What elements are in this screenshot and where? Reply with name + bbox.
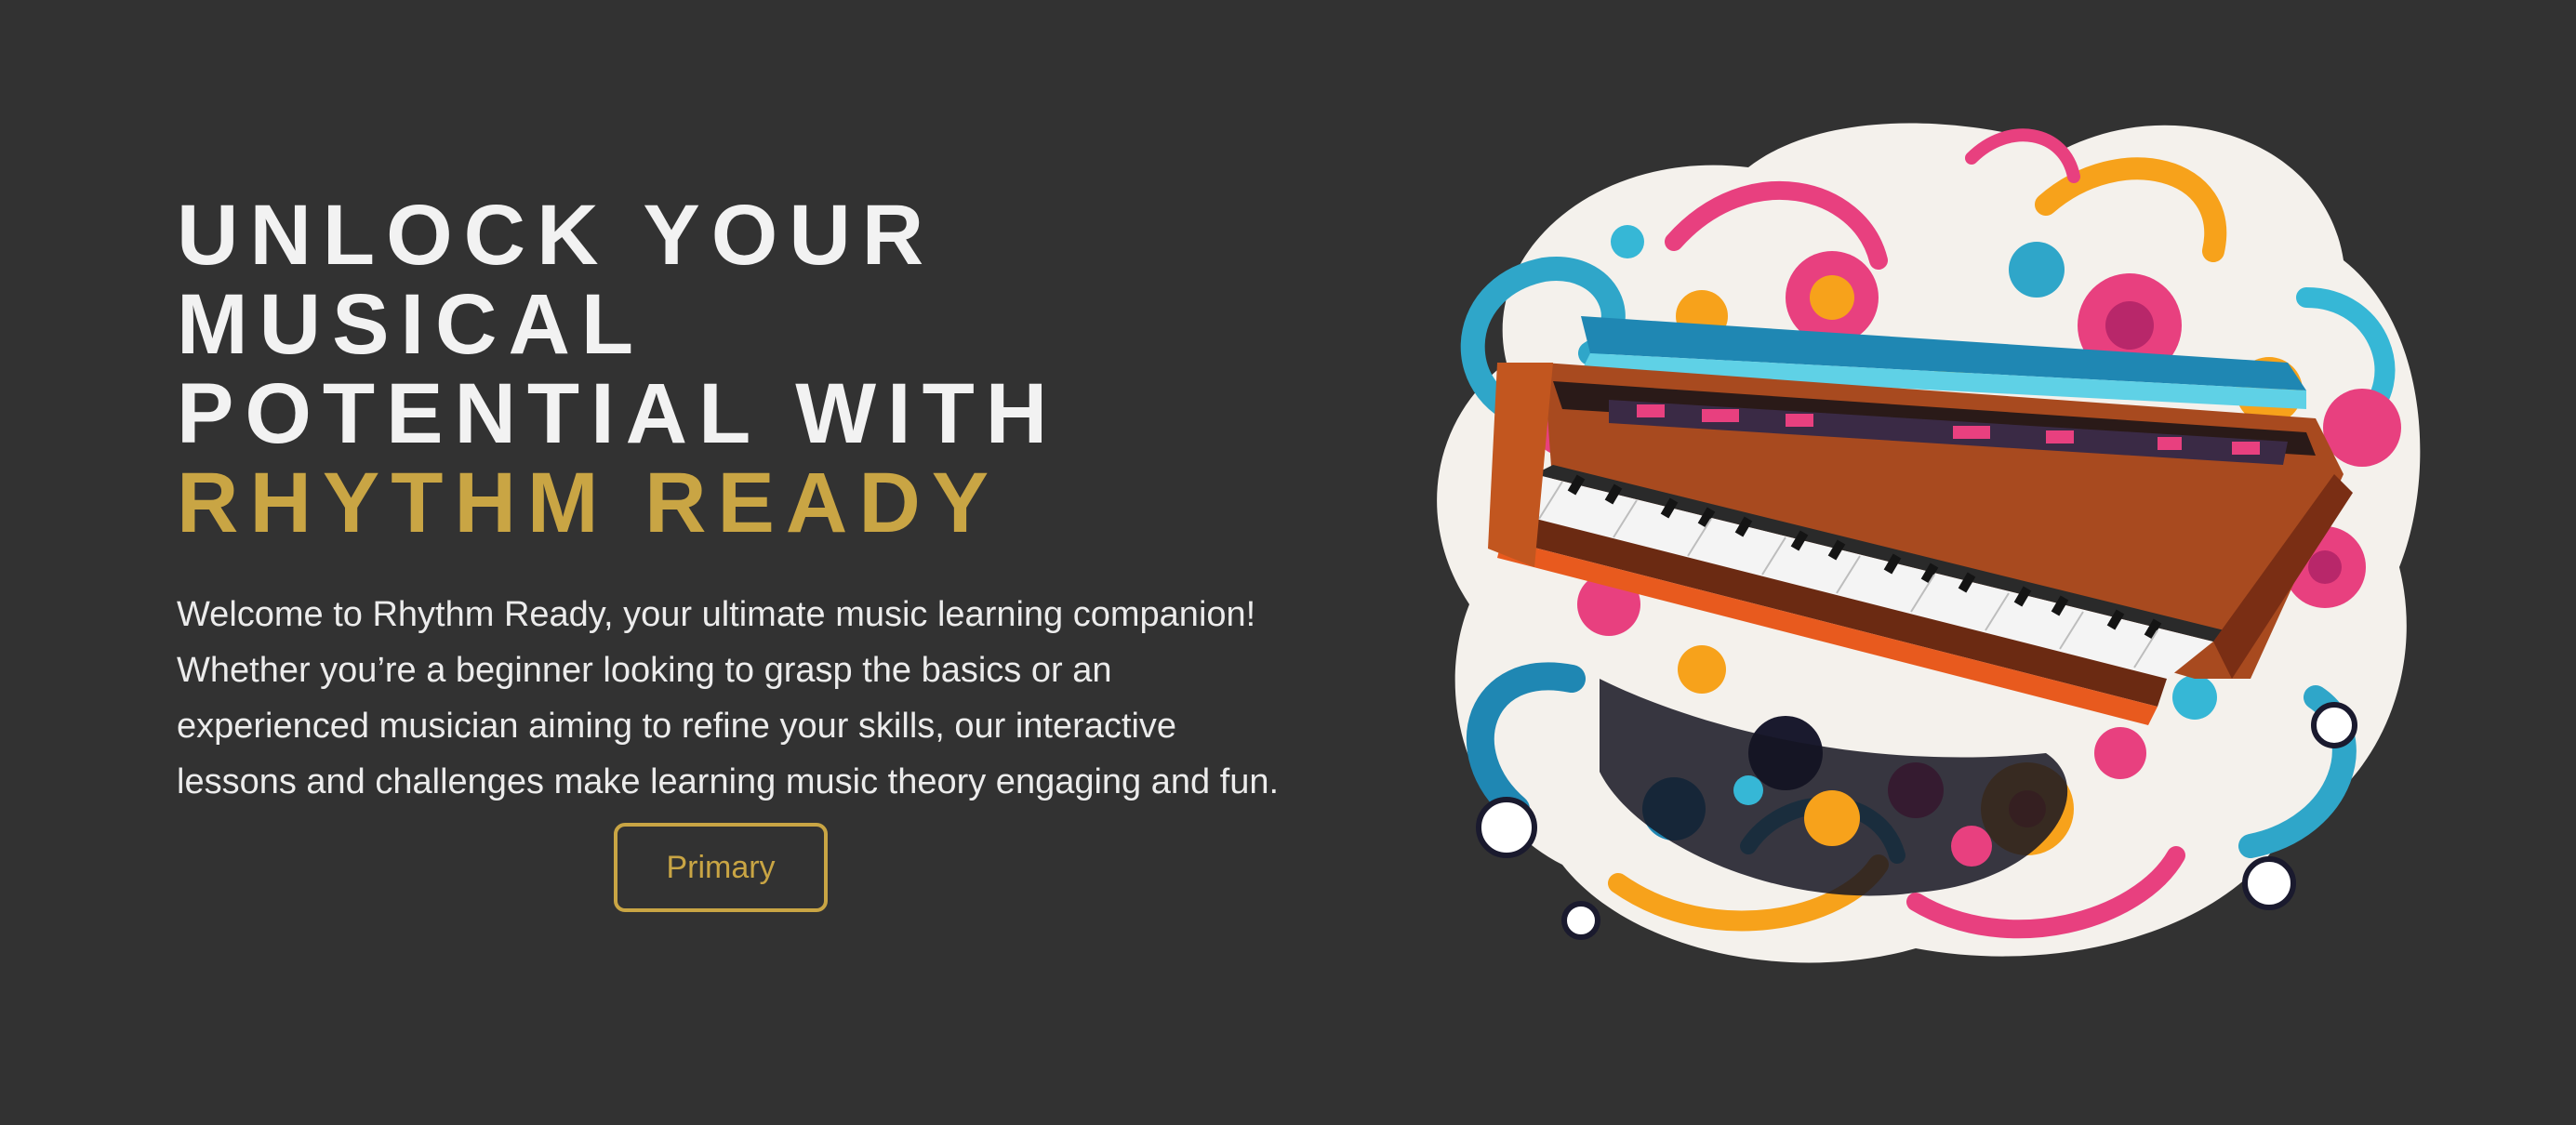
hero-text-column: UNLOCK YOUR MUSICAL POTENTIAL WITH RHYTH… [177,191,1311,912]
headline-line-3: POTENTIAL WITH [177,366,1059,461]
cta-wrapper: Primary [177,823,1293,912]
hero-intro-paragraph: Welcome to Rhythm Ready, your ultimate m… [177,595,1280,801]
hero-section: UNLOCK YOUR MUSICAL POTENTIAL WITH RHYTH… [0,0,2576,1125]
piano-illustration-icon [1395,84,2446,995]
headline-line-2: MUSICAL [177,277,645,372]
headline-brand-accent: RHYTHM READY [177,456,1001,550]
primary-button[interactable]: Primary [614,823,828,912]
hero-headline: UNLOCK YOUR MUSICAL POTENTIAL WITH RHYTH… [177,191,1311,548]
headline-line-1: UNLOCK YOUR [177,188,936,283]
